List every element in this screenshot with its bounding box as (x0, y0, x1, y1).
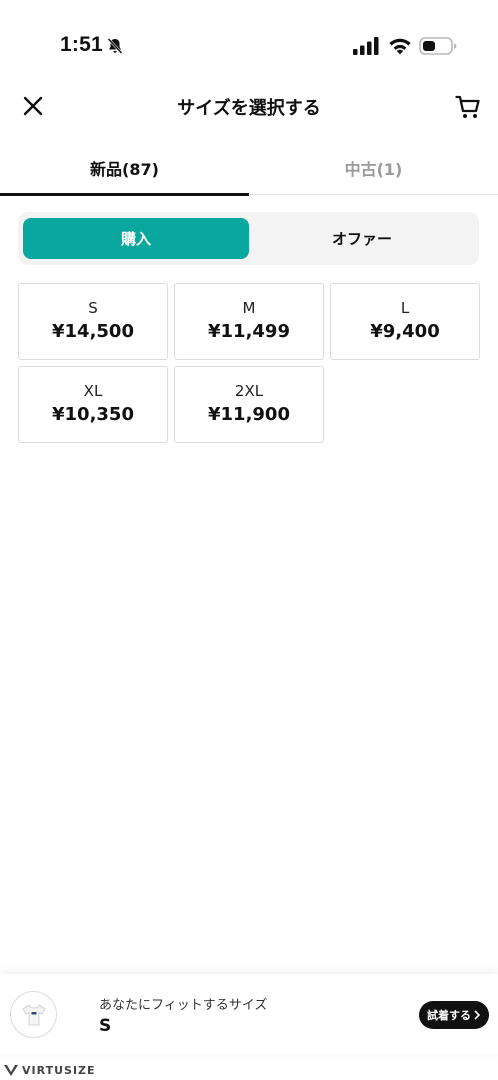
virtusize-mark-icon (4, 1065, 18, 1076)
chevron-right-icon (474, 1010, 481, 1020)
recommended-size: S (99, 1016, 112, 1036)
size-label: S (88, 299, 98, 317)
battery-icon (419, 37, 457, 55)
active-tab-indicator (0, 193, 249, 196)
size-label: XL (83, 382, 103, 400)
size-option-s[interactable]: S ¥14,500 (18, 283, 168, 360)
wifi-icon (389, 38, 411, 55)
try-on-button[interactable]: 試着する (419, 1001, 489, 1029)
virtusize-logo: VIRTUSIZE (4, 1064, 96, 1077)
tab-new-label: 新品(87) (90, 159, 159, 179)
tab-new[interactable]: 新品(87) (0, 140, 249, 196)
purchase-mode-toggle: 購入 オファー (18, 212, 479, 265)
fit-recommendation-banner[interactable]: あなたにフィットするサイズ S 試着する (0, 974, 498, 1054)
condition-tabs: 新品(87) 中古(1) (0, 140, 498, 196)
size-price: ¥10,350 (52, 404, 134, 425)
tab-used-label: 中古(1) (344, 159, 403, 179)
size-label: L (400, 299, 410, 317)
size-option-xl[interactable]: XL ¥10,350 (18, 366, 168, 443)
fit-title: あなたにフィットするサイズ (99, 998, 268, 1013)
header: サイズを選択する (0, 80, 498, 136)
tab-used[interactable]: 中古(1) (249, 140, 498, 195)
bell-muted-icon (107, 38, 123, 54)
virtusize-logo-text: VIRTUSIZE (22, 1064, 96, 1077)
size-option-m[interactable]: M ¥11,499 (174, 283, 324, 360)
page-title: サイズを選択する (177, 98, 321, 119)
size-price: ¥14,500 (52, 321, 134, 342)
size-label: 2XL (234, 382, 264, 400)
status-bar: 1:51 (0, 0, 498, 92)
status-time: 1:51 (60, 33, 103, 56)
try-on-label: 試着する (427, 1009, 471, 1022)
tshirt-icon (21, 1003, 46, 1025)
size-price: ¥11,499 (208, 321, 290, 342)
signal-icon (353, 37, 379, 55)
size-price: ¥9,400 (370, 321, 440, 342)
tshirt-thumbnail (10, 991, 57, 1038)
size-price: ¥11,900 (208, 404, 290, 425)
size-label: M (242, 299, 256, 317)
offer-button[interactable]: オファー (249, 218, 475, 259)
size-select-screen: 1:51 サイズを選択する 新品(87) 中古(1) 購入 オファー S ¥14… (0, 0, 498, 1080)
size-option-l[interactable]: L ¥9,400 (330, 283, 480, 360)
buy-button[interactable]: 購入 (23, 218, 249, 259)
size-option-2xl[interactable]: 2XL ¥11,900 (174, 366, 324, 443)
cart-icon[interactable] (455, 94, 481, 120)
